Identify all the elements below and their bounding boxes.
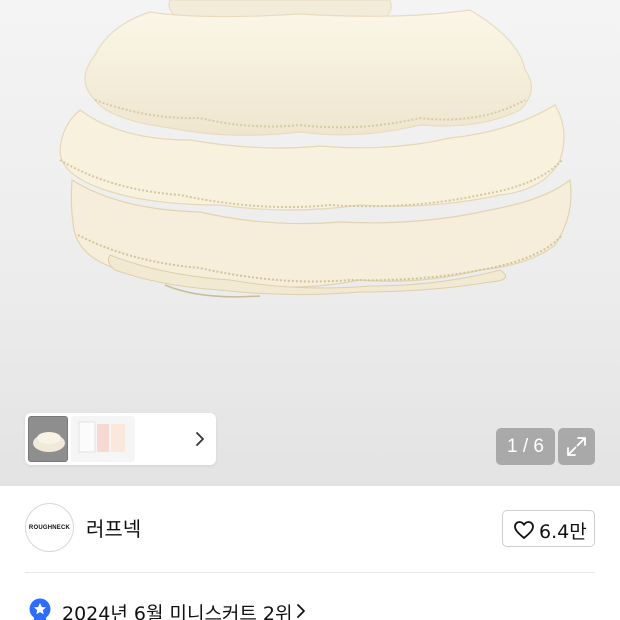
- brand-logo[interactable]: ROUGHNECK: [25, 503, 74, 552]
- brand-name[interactable]: 러프넥: [86, 513, 141, 542]
- chevron-right-icon[interactable]: [192, 430, 208, 448]
- size-chart-thumbnail[interactable]: [71, 416, 135, 462]
- brand-row: ROUGHNECK 러프넥 6.4만: [0, 486, 620, 574]
- product-image-gallery[interactable]: 1 / 6: [0, 0, 620, 486]
- expand-button[interactable]: [558, 428, 595, 465]
- expand-arrows-icon: [567, 437, 586, 456]
- skirt-photo-thumbnail[interactable]: [28, 416, 68, 462]
- chevron-right-icon: [297, 604, 305, 618]
- like-count: 6.4만: [539, 521, 587, 543]
- brand-logo-text: ROUGHNECK: [28, 524, 71, 531]
- ranking-text: 2024년 6월 미니스커트 2위: [62, 603, 293, 620]
- ranking-link[interactable]: 2024년 6월 미니스커트 2위: [0, 592, 620, 620]
- like-button[interactable]: 6.4만: [502, 510, 595, 547]
- image-pager: 1 / 6: [496, 428, 555, 465]
- thumbnail-strip[interactable]: [25, 413, 216, 465]
- heart-outline-icon: [514, 521, 534, 539]
- divider: [25, 572, 595, 573]
- star-badge-icon: [29, 598, 51, 620]
